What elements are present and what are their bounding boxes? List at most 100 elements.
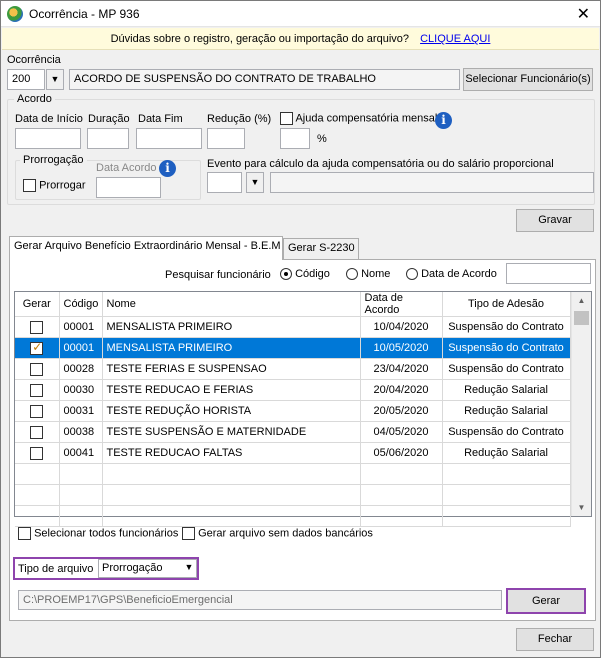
ajuda-compensatoria-checkbox[interactable] — [280, 112, 293, 125]
save-button[interactable]: Gravar — [516, 209, 594, 232]
ocorrencia-dropdown-icon[interactable]: ▼ — [46, 69, 64, 90]
info-icon[interactable]: i — [435, 112, 452, 129]
acordo-group-title: Acordo — [14, 93, 55, 105]
no-bank-data-checkbox[interactable] — [182, 527, 195, 540]
tab-bem[interactable]: Gerar Arquivo Benefício Extraordinário M… — [9, 236, 283, 260]
gerar-cell[interactable] — [15, 358, 60, 380]
nome-cell: TESTE REDUÇÃO HORISTA — [102, 400, 361, 422]
empty-row — [15, 484, 571, 506]
empty-row — [15, 463, 571, 485]
table-row[interactable]: 00041 TESTE REDUCAO FALTAS 05/06/2020 Re… — [15, 442, 571, 464]
reducao-field[interactable] — [207, 128, 245, 149]
ajuda-percent-field[interactable] — [280, 128, 310, 149]
codigo-cell: 00001 — [59, 337, 103, 359]
data-cell: 23/04/2020 — [360, 358, 443, 380]
select-all-checkbox[interactable] — [18, 527, 31, 540]
radio-codigo[interactable] — [280, 268, 292, 281]
tipo-cell: Suspensão do Contrato — [442, 337, 571, 359]
tipo-cell: Suspensão do Contrato — [442, 358, 571, 380]
output-path-field[interactable]: C:\PROEMP17\GPS\BeneficioEmergencial — [18, 590, 502, 610]
codigo-cell: 00041 — [59, 442, 103, 464]
tipo-cell: Suspensão do Contrato — [442, 421, 571, 443]
ajuda-compensatoria-option[interactable]: Ajuda compensatória mensal — [280, 112, 437, 125]
row-checkbox[interactable] — [30, 383, 44, 397]
duracao-field[interactable] — [87, 128, 129, 149]
select-all-option[interactable]: Selecionar todos funcionários — [18, 527, 178, 540]
data-acordo-field[interactable] — [96, 177, 161, 198]
codigo-cell: 00038 — [59, 421, 103, 443]
ajuda-compensatoria-label: Ajuda compensatória mensal — [295, 112, 438, 125]
nome-cell: MENSALISTA PRIMEIRO — [102, 316, 361, 338]
evento-description — [270, 172, 594, 193]
gerar-cell[interactable] — [15, 337, 60, 359]
radio-nome[interactable] — [346, 268, 358, 281]
column-header-tipo-adesao[interactable]: Tipo de Adesão — [442, 292, 571, 317]
ocorrencia-label: Ocorrência — [7, 54, 61, 66]
close-icon[interactable]: ✕ — [577, 4, 590, 24]
row-checkbox[interactable] — [30, 320, 44, 334]
tab-s2230[interactable]: Gerar S-2230 — [283, 238, 359, 260]
data-fim-label: Data Fim — [138, 113, 183, 125]
no-bank-data-option[interactable]: Gerar arquivo sem dados bancários — [182, 527, 373, 540]
row-checkbox[interactable] — [30, 446, 44, 460]
scroll-thumb[interactable] — [574, 311, 589, 325]
table-row[interactable]: 00038 TESTE SUSPENSÃO E MATERNIDADE 04/0… — [15, 421, 571, 443]
gerar-cell[interactable] — [15, 379, 60, 401]
nome-cell: TESTE REDUCAO E FERIAS — [102, 379, 361, 401]
column-header-data-acordo[interactable]: Data de Acordo — [360, 292, 443, 317]
table-row[interactable]: 00001 MENSALISTA PRIMEIRO 10/04/2020 Sus… — [15, 316, 571, 338]
radio-codigo-label: Código — [295, 268, 330, 280]
info-bar: Dúvidas sobre o registro, geração ou imp… — [2, 28, 599, 50]
dialog-window: Ocorrência - MP 936 ✕ Dúvidas sobre o re… — [0, 0, 601, 658]
table-row[interactable]: 00030 TESTE REDUCAO E FERIAS 20/04/2020 … — [15, 379, 571, 401]
duracao-label: Duração — [88, 113, 130, 125]
help-link[interactable]: CLIQUE AQUI — [420, 33, 490, 45]
row-checkbox[interactable] — [30, 425, 44, 439]
ocorrencia-description: ACORDO DE SUSPENSÃO DO CONTRATO DE TRABA… — [69, 69, 460, 90]
column-header-gerar[interactable]: Gerar — [15, 292, 60, 317]
data-inicio-field[interactable] — [15, 128, 81, 149]
search-option-data-acordo[interactable]: Data de Acordo — [406, 268, 497, 281]
scroll-up-icon[interactable]: ▲ — [572, 292, 591, 309]
evento-code-field[interactable] — [207, 172, 242, 193]
search-option-codigo[interactable]: Código — [280, 268, 330, 281]
data-fim-field[interactable] — [136, 128, 202, 149]
radio-data-acordo-label: Data de Acordo — [421, 268, 497, 280]
prorrogar-option[interactable]: Prorrogar — [23, 179, 86, 192]
employee-table: Gerar Código Nome Data de Acordo Tipo de… — [15, 292, 571, 527]
table-row-selected[interactable]: 00001 MENSALISTA PRIMEIRO 10/05/2020 Sus… — [15, 337, 571, 359]
nome-cell: TESTE REDUCAO FALTAS — [102, 442, 361, 464]
close-button[interactable]: Fechar — [516, 628, 594, 651]
data-cell: 04/05/2020 — [360, 421, 443, 443]
gerar-cell[interactable] — [15, 316, 60, 338]
gerar-cell[interactable] — [15, 400, 60, 422]
column-header-nome[interactable]: Nome — [102, 292, 361, 317]
prorrogar-checkbox[interactable] — [23, 179, 36, 192]
table-row[interactable]: 00028 TESTE FERIAS E SUSPENSAO 23/04/202… — [15, 358, 571, 380]
search-option-nome[interactable]: Nome — [346, 268, 390, 281]
row-checkbox[interactable] — [30, 362, 44, 376]
info-icon[interactable]: i — [159, 160, 176, 177]
tipo-cell: Suspensão do Contrato — [442, 316, 571, 338]
nome-cell: TESTE SUSPENSÃO E MATERNIDADE — [102, 421, 361, 443]
scroll-down-icon[interactable]: ▼ — [572, 499, 591, 516]
gerar-cell[interactable] — [15, 442, 60, 464]
row-checkbox-checked[interactable] — [30, 340, 44, 355]
evento-dropdown-icon[interactable]: ▼ — [246, 172, 264, 193]
percent-symbol: % — [317, 133, 327, 145]
title-bar: Ocorrência - MP 936 ✕ — [1, 1, 600, 27]
generate-button[interactable]: Gerar — [506, 588, 586, 614]
data-cell: 20/04/2020 — [360, 379, 443, 401]
gerar-cell[interactable] — [15, 421, 60, 443]
chevron-down-icon[interactable]: ▼ — [182, 560, 196, 577]
column-header-codigo[interactable]: Código — [59, 292, 103, 317]
search-input[interactable] — [506, 263, 591, 284]
radio-data-acordo[interactable] — [406, 268, 418, 281]
table-row[interactable]: 00031 TESTE REDUÇÃO HORISTA 20/05/2020 R… — [15, 400, 571, 422]
select-employees-button[interactable]: Selecionar Funcionário(s) — [463, 68, 593, 91]
data-inicio-label: Data de Início — [15, 113, 83, 125]
ocorrencia-code-field[interactable]: 200 — [7, 69, 45, 90]
grid-scrollbar[interactable]: ▲ ▼ — [571, 292, 591, 516]
row-checkbox[interactable] — [30, 404, 44, 418]
nome-cell: MENSALISTA PRIMEIRO — [102, 337, 361, 359]
